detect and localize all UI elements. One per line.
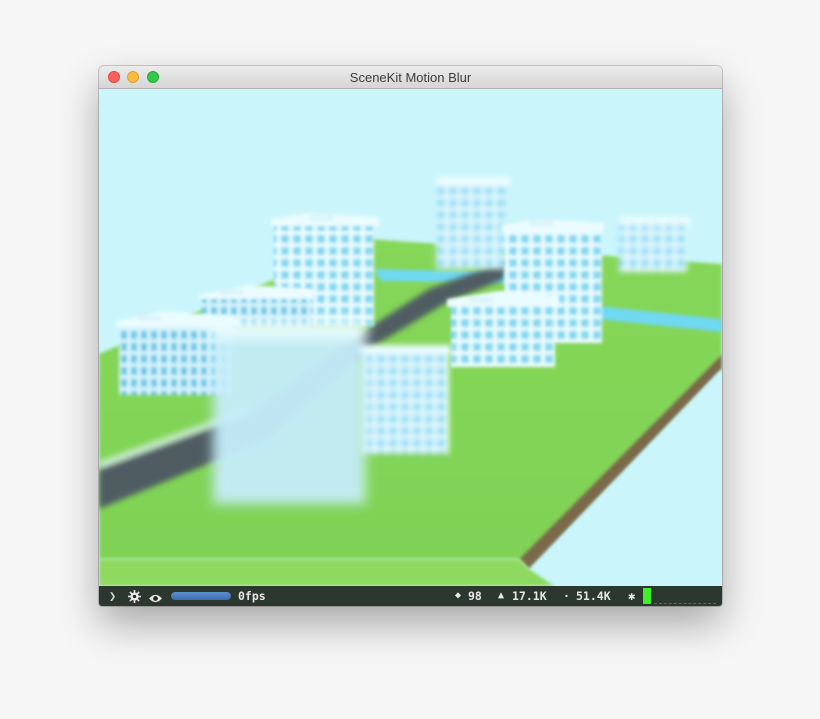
triangles-icon: ▲ xyxy=(498,590,505,601)
building-back-tall xyxy=(436,177,510,269)
gear-icon[interactable] xyxy=(128,589,141,606)
eye-icon[interactable] xyxy=(148,590,163,606)
city-scene xyxy=(99,177,722,586)
performance-meter-track xyxy=(654,603,716,605)
stats-bar: ❯ 0fps ◆ 98 ▲ 17.1K · 51.4K ✱ xyxy=(99,586,722,606)
draw-calls-icon: ✱ xyxy=(628,589,636,603)
vertices-icon: · xyxy=(563,589,570,603)
window-title: SceneKit Motion Blur xyxy=(349,70,472,85)
title-bar[interactable]: SceneKit Motion Blur xyxy=(99,66,722,89)
chevron-right-icon[interactable]: ❯ xyxy=(109,586,116,606)
scene-viewport[interactable] xyxy=(99,89,722,586)
triangles-count: 17.1K xyxy=(512,589,547,603)
frame-progress-fill xyxy=(171,592,231,600)
nodes-icon: ◆ xyxy=(455,590,462,601)
building-mid xyxy=(357,345,451,454)
sky-lower-left xyxy=(99,559,554,586)
fps-readout: 0fps xyxy=(238,589,266,603)
app-window: SceneKit Motion Blur ❯ 0fps ◆ 98 ▲ 17.1K… xyxy=(99,66,722,606)
nodes-count: 98 xyxy=(468,589,482,603)
building-short-right xyxy=(447,291,559,367)
vertices-count: 51.4K xyxy=(576,589,611,603)
building-far-right xyxy=(619,217,691,272)
frame-progress-bar xyxy=(171,592,231,600)
performance-meter xyxy=(643,588,651,604)
building-foreground-blurred xyxy=(209,321,367,504)
